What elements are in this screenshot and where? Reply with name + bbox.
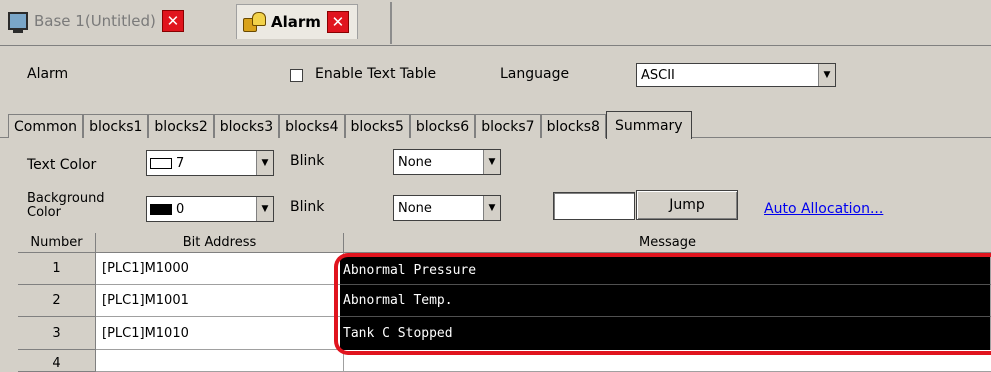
- chevron-down-icon[interactable]: ▼: [256, 197, 273, 221]
- text-color-label: Text Color: [27, 157, 97, 173]
- text-color-select[interactable]: 7 ▼: [146, 150, 274, 176]
- alarm-icon: [243, 12, 266, 32]
- bit-address-cell[interactable]: [96, 350, 344, 372]
- blink-label: Blink: [290, 153, 325, 169]
- chevron-down-icon[interactable]: ▼: [818, 64, 835, 86]
- message-cell[interactable]: [344, 350, 991, 372]
- doc-tab-label: Alarm: [271, 13, 321, 31]
- row-number: 3: [18, 317, 96, 350]
- enable-text-table-label: Enable Text Table: [315, 66, 437, 82]
- background-color-label: Background Color: [27, 191, 105, 220]
- tab-blocks1[interactable]: blocks1: [83, 114, 149, 138]
- doc-tab-label: Base 1(Untitled): [34, 12, 156, 30]
- tab-summary[interactable]: Summary: [605, 111, 692, 139]
- chevron-down-icon[interactable]: ▼: [256, 151, 273, 175]
- tab-blocks6[interactable]: blocks6: [409, 114, 476, 138]
- tab-blocks7[interactable]: blocks7: [475, 114, 541, 138]
- blink-value: None: [398, 154, 432, 170]
- background-color-select[interactable]: 0 ▼: [146, 196, 274, 222]
- doc-tab-alarm[interactable]: Alarm ✕: [236, 4, 358, 39]
- color-swatch: [150, 203, 172, 215]
- language-label: Language: [500, 66, 570, 82]
- tab-blocks2[interactable]: blocks2: [148, 114, 214, 138]
- row-number: 2: [18, 285, 96, 317]
- message-cell[interactable]: Abnormal Temp.: [340, 285, 991, 317]
- screen-icon: [8, 12, 28, 33]
- tab-common[interactable]: Common: [8, 114, 84, 138]
- chevron-down-icon[interactable]: ▼: [483, 196, 500, 220]
- close-icon[interactable]: ✕: [161, 10, 184, 32]
- blink-label: Blink: [290, 199, 325, 215]
- tab-blocks4[interactable]: blocks4: [279, 114, 345, 138]
- chevron-down-icon[interactable]: ▼: [483, 150, 500, 174]
- color-swatch: [150, 157, 172, 169]
- row-number: 4: [18, 350, 96, 372]
- text-blink-select[interactable]: None ▼: [393, 149, 501, 175]
- message-cell[interactable]: Abnormal Pressure: [340, 257, 991, 285]
- bit-address-cell[interactable]: [PLC1]M1000: [96, 253, 344, 285]
- bit-address-cell[interactable]: [PLC1]M1001: [96, 285, 344, 317]
- text-color-value: 7: [176, 155, 185, 171]
- bit-address-cell[interactable]: [PLC1]M1010: [96, 317, 344, 350]
- blink-value: None: [398, 200, 432, 216]
- language-value: ASCII: [641, 67, 675, 83]
- column-header-bit-address[interactable]: Bit Address: [96, 233, 344, 253]
- jump-button[interactable]: Jump: [636, 190, 738, 220]
- tab-strip: Common blocks1 blocks2 blocks3 blocks4 b…: [8, 108, 692, 139]
- row-number: 1: [18, 253, 96, 285]
- tab-blocks5[interactable]: blocks5: [344, 114, 410, 138]
- tab-blocks8[interactable]: blocks8: [540, 114, 606, 138]
- enable-text-table-checkbox[interactable]: [290, 69, 303, 82]
- close-icon[interactable]: ✕: [326, 11, 349, 33]
- auto-allocation-link[interactable]: Auto Allocation...: [764, 201, 883, 217]
- column-header-message[interactable]: Message: [344, 233, 991, 253]
- language-select[interactable]: ASCII ▼: [636, 63, 836, 87]
- section-title: Alarm: [27, 66, 69, 82]
- tab-divider: [390, 2, 392, 44]
- message-cell[interactable]: Tank C Stopped: [340, 317, 991, 351]
- column-header-number[interactable]: Number: [18, 233, 96, 253]
- background-blink-select[interactable]: None ▼: [393, 195, 501, 221]
- tab-blocks3[interactable]: blocks3: [213, 114, 280, 138]
- jump-input[interactable]: [553, 192, 635, 220]
- doc-tab-base1[interactable]: Base 1(Untitled) ✕: [8, 6, 184, 36]
- background-color-value: 0: [176, 201, 185, 217]
